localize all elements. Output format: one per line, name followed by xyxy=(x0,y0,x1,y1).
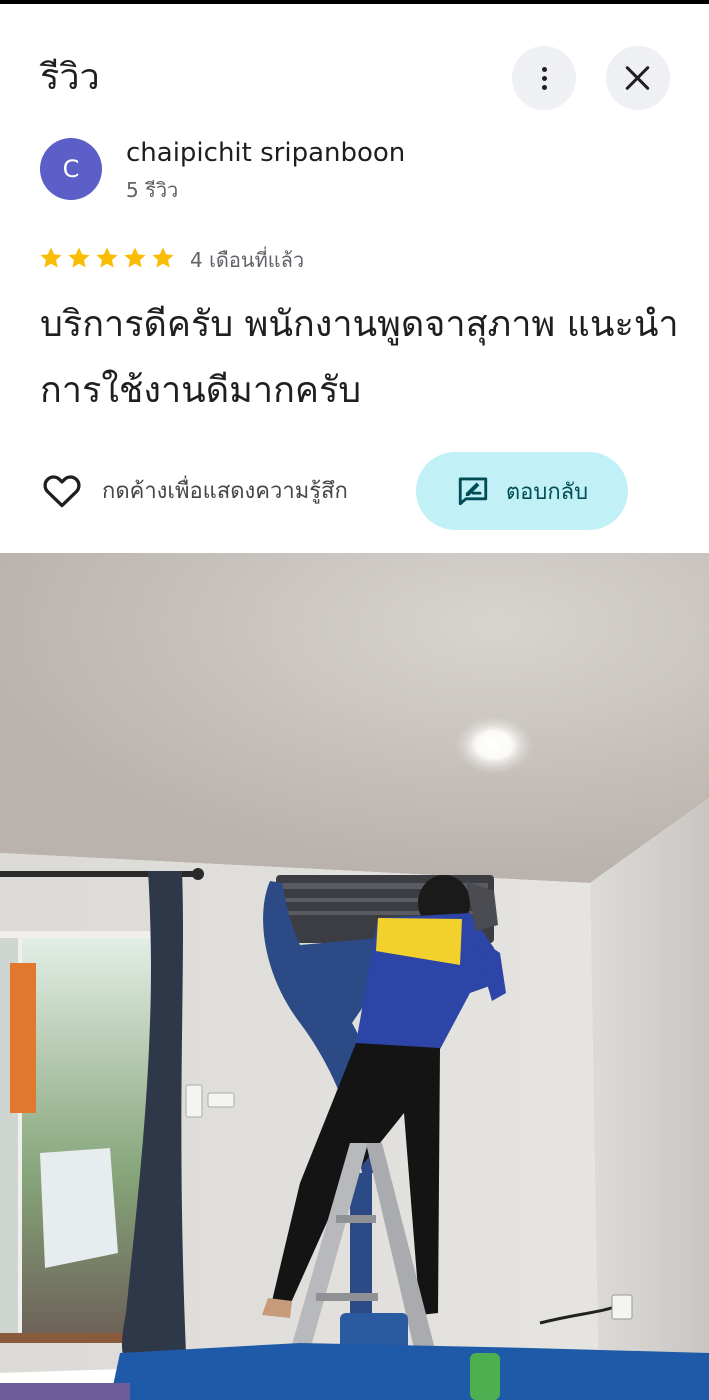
review-time: 4 เดือนที่แล้ว xyxy=(190,248,305,272)
star-icon xyxy=(96,247,118,268)
review-text: บริการดีครับ พนักงานพูดจาสุภาพ แนะนำการใ… xyxy=(40,304,679,411)
power-outlet xyxy=(611,1294,633,1320)
page-title: รีวิว xyxy=(40,57,100,98)
reply-label: ตอบกลับ xyxy=(505,479,589,505)
close-icon xyxy=(624,64,652,92)
hanging-cloth xyxy=(10,963,36,1113)
review-header: รีวิว xyxy=(0,4,709,124)
like-label: กดค้างเพื่อแสดงความรู้สึก xyxy=(102,478,348,504)
avatar[interactable]: C xyxy=(40,138,102,200)
more-options-button[interactable] xyxy=(512,46,576,110)
spray-bottle xyxy=(470,1353,500,1400)
hanging-laundry xyxy=(40,1148,118,1268)
ceiling-light xyxy=(454,715,534,775)
review-photo[interactable] xyxy=(0,553,709,1400)
floor-tarp xyxy=(110,1343,709,1400)
more-vert-icon xyxy=(541,66,547,90)
wall-switch xyxy=(185,1084,203,1118)
star-icon xyxy=(68,247,90,268)
reply-button[interactable]: ตอบกลับ xyxy=(416,452,628,530)
reply-edit-icon xyxy=(458,477,488,506)
star-icon xyxy=(152,247,174,268)
star-icon xyxy=(40,247,62,268)
rug xyxy=(0,1383,130,1400)
like-button[interactable]: กดค้างเพื่อแสดงความรู้สึก xyxy=(40,468,348,512)
star-icon xyxy=(124,247,146,268)
reviewer-review-count: 5 รีวิว xyxy=(126,178,179,202)
close-button[interactable] xyxy=(606,46,670,110)
reviewer-name[interactable]: chaipichit sripanboon xyxy=(126,136,405,170)
ceiling xyxy=(0,553,709,883)
star-rating xyxy=(38,245,176,271)
heart-outline-icon xyxy=(43,475,81,508)
